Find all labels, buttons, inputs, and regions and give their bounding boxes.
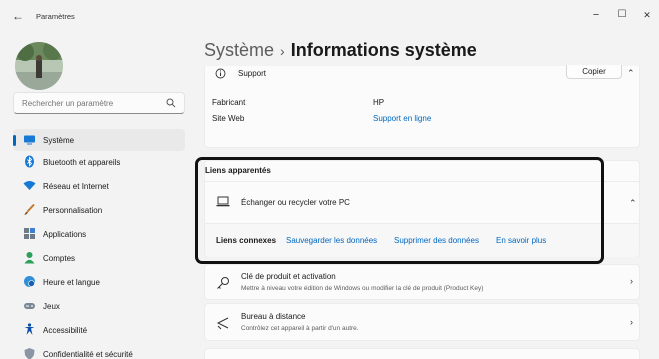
sidebar-item-label: Réseau et Internet bbox=[43, 182, 109, 191]
manufacturer-value: HP bbox=[373, 98, 385, 107]
search-input[interactable] bbox=[22, 96, 162, 111]
chevron-right-icon[interactable]: › bbox=[630, 317, 633, 327]
active-indicator bbox=[13, 135, 16, 146]
gamepad-icon bbox=[24, 303, 35, 309]
support-online-link[interactable]: Support en ligne bbox=[373, 114, 431, 123]
maximize-button[interactable]: ☐ bbox=[612, 8, 632, 22]
setting-subtitle: Contrôlez cet appareil à partir d'un aut… bbox=[241, 325, 359, 332]
accessibility-icon bbox=[24, 323, 35, 335]
globe-clock-icon bbox=[24, 276, 35, 287]
key-icon bbox=[217, 277, 229, 289]
app-title: Paramètres bbox=[36, 12, 75, 21]
support-label: Support bbox=[238, 69, 267, 78]
chevron-up-icon[interactable]: ⌃ bbox=[629, 198, 637, 209]
sidebar-item-jeux[interactable]: Jeux bbox=[13, 295, 185, 317]
chevron-up-icon[interactable]: ⌃ bbox=[627, 68, 635, 79]
breadcrumb-current: Informations système bbox=[290, 40, 477, 60]
back-arrow-icon[interactable]: ← bbox=[12, 9, 26, 23]
sidebar-item-label: Personnalisation bbox=[43, 206, 103, 215]
search-icon[interactable] bbox=[166, 98, 176, 108]
highlight-annotation bbox=[195, 157, 604, 264]
setting-row-product-key[interactable]: Clé de produit et activation Mettre à ni… bbox=[204, 264, 640, 300]
sidebar-item-label: Bluetooth et appareils bbox=[43, 158, 121, 167]
page-title: Système › Informations système bbox=[204, 40, 477, 61]
shield-icon bbox=[24, 348, 35, 359]
setting-subtitle: Mettre à niveau votre édition de Windows… bbox=[241, 285, 484, 292]
sidebar-item-reseau[interactable]: Réseau et Internet bbox=[13, 175, 185, 197]
wifi-icon bbox=[23, 181, 36, 190]
apps-icon bbox=[24, 228, 35, 239]
setting-row-remote-desktop[interactable]: Bureau à distance Contrôlez cet appareil… bbox=[204, 303, 640, 341]
sidebar-item-confidentialite[interactable]: Confidentialité et sécurité bbox=[13, 343, 185, 359]
sidebar-item-personnalisation[interactable]: Personnalisation bbox=[13, 199, 185, 221]
sidebar-item-label: Confidentialité et sécurité bbox=[43, 350, 133, 359]
info-icon bbox=[215, 68, 226, 79]
sidebar-item-accessibilite[interactable]: Accessibilité bbox=[13, 319, 185, 341]
sidebar-item-comptes[interactable]: Comptes bbox=[13, 247, 185, 269]
sidebar-item-label: Heure et langue bbox=[43, 278, 100, 287]
sidebar-item-label: Comptes bbox=[43, 254, 76, 263]
setting-row-next bbox=[204, 348, 640, 359]
remote-desktop-icon bbox=[216, 317, 229, 330]
setting-title: Bureau à distance bbox=[241, 312, 306, 321]
account-icon bbox=[24, 252, 35, 264]
search-box[interactable] bbox=[13, 92, 185, 114]
sidebar-item-heure[interactable]: Heure et langue bbox=[13, 271, 185, 293]
close-button[interactable]: ✕ bbox=[637, 8, 657, 22]
breadcrumb-systeme[interactable]: Système bbox=[204, 40, 274, 60]
minimize-button[interactable]: − bbox=[586, 8, 606, 22]
manufacturer-label: Fabricant bbox=[212, 98, 246, 107]
copy-button[interactable]: Copier bbox=[566, 65, 622, 79]
sidebar-item-label: Applications bbox=[43, 230, 87, 239]
title-bar: ← Paramètres − ☐ ✕ bbox=[0, 0, 659, 32]
system-icon bbox=[24, 135, 35, 145]
website-label: Site Web bbox=[212, 114, 245, 123]
sidebar-item-systeme[interactable]: Système bbox=[13, 129, 185, 151]
sidebar-item-label: Accessibilité bbox=[43, 326, 88, 335]
avatar[interactable] bbox=[15, 42, 63, 90]
sidebar-item-applications[interactable]: Applications bbox=[13, 223, 185, 245]
brush-icon bbox=[24, 203, 35, 215]
sidebar-item-label: Jeux bbox=[43, 302, 60, 311]
chevron-right-icon[interactable]: › bbox=[630, 276, 633, 286]
sidebar-item-label: Système bbox=[43, 136, 75, 145]
bluetooth-icon bbox=[25, 155, 34, 168]
setting-title: Clé de produit et activation bbox=[241, 272, 336, 281]
sidebar-item-bluetooth[interactable]: Bluetooth et appareils bbox=[13, 151, 185, 173]
breadcrumb-separator: › bbox=[280, 43, 285, 59]
